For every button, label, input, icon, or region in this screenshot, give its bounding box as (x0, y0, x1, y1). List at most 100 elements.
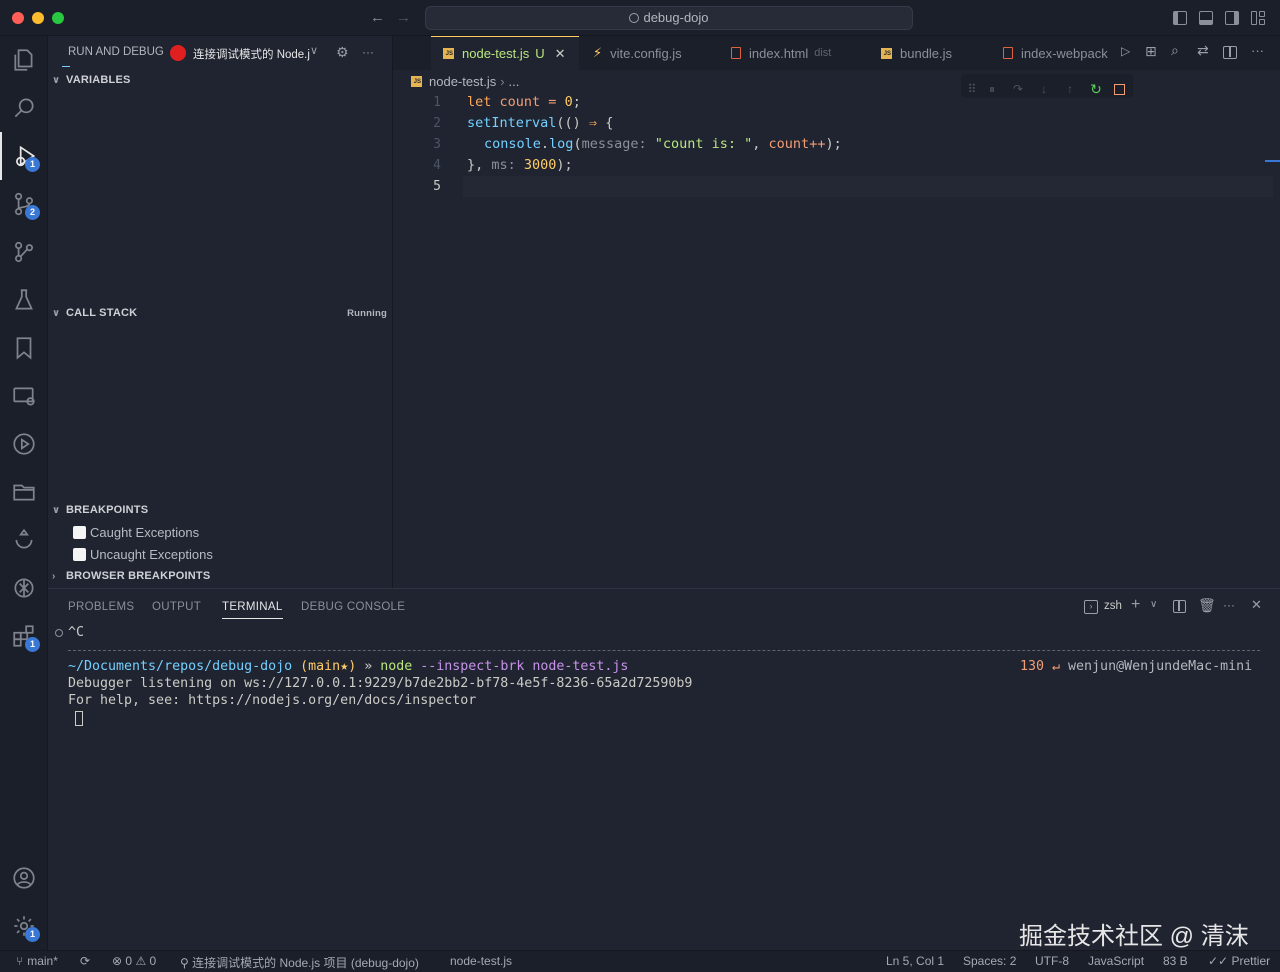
pause-icon[interactable]: ⏸ (985, 82, 999, 96)
breakpoints-section-header[interactable]: ∨ BREAKPOINTS (52, 504, 148, 516)
more-actions-icon[interactable]: ··· (1223, 598, 1235, 612)
forward-arrow-icon[interactable]: → (396, 9, 411, 26)
tab-problems[interactable]: PROBLEMS (68, 601, 134, 613)
find-icon[interactable]: ⌕ (1171, 42, 1179, 59)
tab-output[interactable]: OUTPUT (152, 601, 201, 613)
tab-node-test[interactable]: JS node-test.js U ✕ (431, 36, 579, 70)
file-size: 83 B (1163, 954, 1188, 968)
tab-terminal[interactable]: TERMINAL (222, 601, 283, 619)
chevron-down-icon: ∨ (52, 308, 61, 319)
tab-index-html[interactable]: index.html dist (719, 36, 869, 70)
minimize-window-button[interactable] (32, 12, 44, 24)
step-over-icon[interactable]: ↷ (1011, 82, 1025, 96)
chatgpt-icon[interactable] (0, 564, 48, 612)
browser-breakpoints-label: BROWSER BREAKPOINTS (66, 570, 211, 582)
run-debug-icon[interactable]: 1 (0, 132, 48, 180)
trash-icon[interactable]: 🗑 (1198, 597, 1216, 614)
branch-status[interactable]: ⑂ main* (16, 954, 58, 968)
run-tasks-icon[interactable] (0, 420, 48, 468)
folder-icon[interactable] (0, 468, 48, 516)
code-line-2: setInterval(() ⇒ { (467, 115, 614, 131)
maximize-window-button[interactable] (52, 12, 64, 24)
settings-gear-icon[interactable]: 1 (0, 902, 48, 950)
git-graph-icon[interactable] (0, 228, 48, 276)
tab-index-webpack[interactable]: index-webpack (989, 36, 1119, 70)
toggle-secondary-sidebar-icon[interactable] (1225, 11, 1239, 25)
language-mode[interactable]: JavaScript (1088, 954, 1144, 968)
stop-icon[interactable] (1114, 84, 1125, 95)
chevron-down-icon[interactable]: ∨ (1150, 599, 1157, 610)
status-bar: ⑂ main* ⟳ ⊗ 0 ⚠ 0 ⚲ 连接调试模式的 Node.js 项目 (d… (0, 950, 1280, 972)
checkbox-box[interactable] (73, 526, 86, 539)
command-status-icon (55, 629, 63, 637)
line-number: 2 (433, 116, 441, 131)
extensions-badge: 1 (25, 637, 40, 652)
breadcrumb-file[interactable]: node-test.js (429, 74, 496, 89)
active-file-status[interactable]: node-test.js (450, 954, 512, 968)
split-terminal-icon[interactable] (1173, 600, 1186, 613)
encoding[interactable]: UTF-8 (1035, 954, 1069, 968)
restart-icon[interactable]: ↻ (1089, 82, 1103, 96)
terminal-output-line: For help, see: https://nodejs.org/en/doc… (68, 693, 477, 708)
split-editor-icon[interactable] (1223, 46, 1237, 59)
browser-breakpoints-section-header[interactable]: › BROWSER BREAKPOINTS (52, 570, 210, 582)
variables-label: VARIABLES (66, 74, 131, 86)
extensions-icon[interactable]: 1 (0, 612, 48, 660)
more-actions-icon[interactable]: ··· (1251, 43, 1264, 58)
testing-flask-icon[interactable] (0, 276, 48, 324)
customize-layout-icon[interactable] (1251, 11, 1265, 25)
caught-exceptions-checkbox[interactable]: Caught Exceptions (73, 525, 199, 540)
bookmark-icon[interactable] (0, 324, 48, 372)
code-editor[interactable]: JS node-test.js ›... ⠿ ⏸ ↷ ↓ ↑ ↻ 1 2 3 4 5… (393, 70, 1280, 588)
close-tab-icon[interactable]: ✕ (555, 46, 566, 62)
new-file-icon[interactable]: ⊞ (1145, 43, 1157, 60)
source-control-icon[interactable]: 2 (0, 180, 48, 228)
sync-icon[interactable]: ⟳ (80, 954, 90, 968)
problems-status[interactable]: ⊗ 0 ⚠ 0 (112, 954, 156, 968)
start-debugging-button[interactable] (170, 45, 186, 61)
command-center-search[interactable]: debug-dojo (425, 6, 913, 30)
toggle-panel-icon[interactable] (1199, 11, 1213, 25)
remote-explorer-icon[interactable] (0, 372, 48, 420)
debug-launch-status[interactable]: ⚲ 连接调试模式的 Node.js 项目 (debug-dojo) (180, 954, 419, 971)
code-line-4: }, ms: 3000); (467, 157, 573, 173)
breadcrumb-symbol[interactable]: ... (509, 74, 520, 89)
gear-icon[interactable]: ⚙ (336, 44, 349, 61)
debug-toolbar: ⠿ ⏸ ↷ ↓ ↑ ↻ (961, 74, 1133, 98)
account-icon[interactable] (0, 854, 48, 902)
call-stack-section-header[interactable]: ∨ CALL STACK Running (52, 307, 387, 319)
title-bar: ← → debug-dojo (0, 0, 1280, 36)
terminal-shell-name[interactable]: zsh (1104, 600, 1122, 612)
launch-label: 连接调试模式的 Node.js 项目 (debug-dojo) (192, 956, 419, 970)
tab-vite-config[interactable]: ⚡ vite.config.js (579, 36, 719, 70)
indentation[interactable]: Spaces: 2 (963, 954, 1016, 968)
back-arrow-icon[interactable]: ← (370, 9, 385, 26)
terminal-cursor[interactable] (75, 711, 83, 726)
run-file-icon[interactable]: ▷ (1121, 44, 1130, 58)
toggle-sidebar-icon[interactable] (1173, 11, 1187, 25)
explorer-icon[interactable] (0, 36, 48, 84)
prettier-status[interactable]: ✓✓ Prettier (1208, 954, 1270, 968)
drag-handle-icon[interactable]: ⠿ (965, 82, 979, 96)
run-debug-sidebar: RUN AND DEBUG 连接调试模式的 Node.j ∨ ⚙ ··· M ∨… (48, 36, 403, 588)
editor-tab-bar: JS node-test.js U ✕ ⚡ vite.config.js index.h… (393, 36, 1280, 70)
cursor-position[interactable]: Ln 5, Col 1 (886, 954, 944, 968)
search-icon[interactable] (0, 84, 48, 132)
chevron-down-icon[interactable]: ∨ (310, 44, 318, 57)
terminal-line-interrupt: ^C (68, 625, 85, 640)
tab-debug-console[interactable]: DEBUG CONSOLE (301, 601, 405, 613)
search-icon (629, 13, 640, 23)
step-out-icon[interactable]: ↑ (1063, 82, 1077, 96)
uncaught-exceptions-checkbox[interactable]: Uncaught Exceptions (73, 547, 213, 562)
deploy-icon[interactable] (0, 516, 48, 564)
more-actions-icon[interactable]: ··· (362, 45, 374, 59)
step-into-icon[interactable]: ↓ (1037, 82, 1051, 96)
new-terminal-icon[interactable]: + (1131, 596, 1140, 614)
close-panel-icon[interactable]: ✕ (1251, 597, 1262, 613)
close-window-button[interactable] (12, 12, 24, 24)
compare-changes-icon[interactable]: ⇄ (1197, 42, 1209, 59)
checkbox-box[interactable] (73, 548, 86, 561)
tab-bundle[interactable]: JS bundle.js (869, 36, 989, 70)
launch-config-select[interactable]: 连接调试模式的 Node.j (193, 46, 310, 62)
variables-section-header[interactable]: ∨ VARIABLES (52, 74, 131, 86)
